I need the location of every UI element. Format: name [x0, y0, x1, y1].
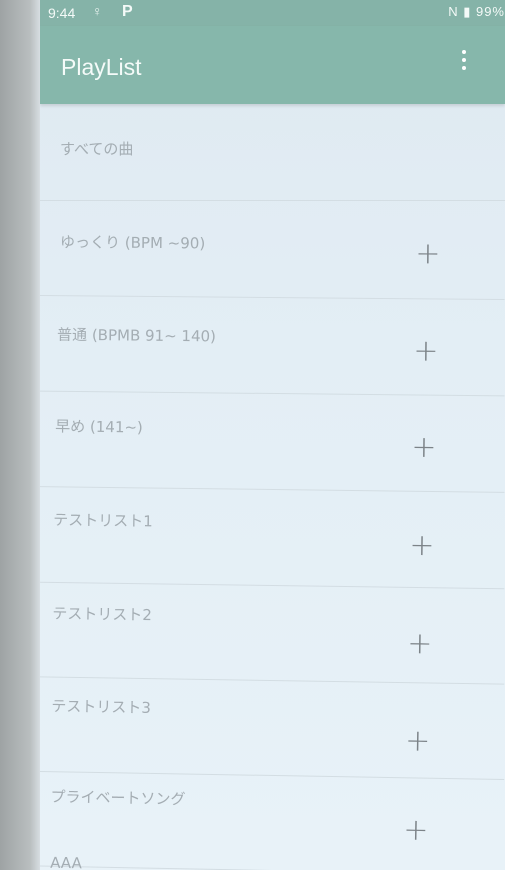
add-icon[interactable]: +: [410, 430, 438, 465]
playlist-label: テストリスト2: [52, 604, 152, 625]
playlist-list: すべての曲 ゆっくり (BPM ~90) + 普通 (BPMB 91~ 140)…: [40, 104, 505, 870]
add-icon[interactable]: +: [402, 813, 431, 848]
playlist-item-fast[interactable]: 早め (141~) +: [40, 391, 505, 493]
page-title: PlayList: [61, 54, 142, 80]
playlist-item-slow[interactable]: ゆっくり (BPM ~90) +: [40, 198, 505, 301]
add-icon[interactable]: +: [412, 333, 440, 368]
app-toolbar: PlayList: [40, 26, 505, 104]
lightbulb-icon: ♀: [92, 3, 103, 19]
playlist-item-test3[interactable]: テストリスト3 +: [40, 676, 505, 781]
playlist-item-normal[interactable]: 普通 (BPMB 91~ 140) +: [40, 295, 505, 397]
playlist-label: AAA: [50, 853, 83, 870]
playlist-label: プライベートソング: [50, 787, 186, 809]
phone-frame: 9:44 ♀ P N ▮ 99% PlayList すべての曲 ゆっくり (BP…: [0, 0, 505, 870]
playlist-item-test2[interactable]: テストリスト2 +: [40, 582, 505, 685]
playlist-item-test1[interactable]: テストリスト1 +: [40, 486, 505, 590]
status-indicators: N ▮ 99%: [448, 4, 505, 19]
playlist-item-all-songs[interactable]: すべての曲: [40, 104, 505, 201]
playlist-label: テストリスト3: [51, 697, 152, 717]
playlist-label: すべての曲: [60, 140, 134, 158]
playlist-label: 普通 (BPMB 91~ 140): [57, 325, 217, 346]
playlist-label: テストリスト1: [53, 510, 153, 531]
add-icon[interactable]: +: [406, 626, 434, 661]
parking-icon: P: [122, 3, 133, 20]
add-icon[interactable]: +: [408, 528, 436, 563]
playlist-label: ゆっくり (BPM ~90): [59, 233, 206, 253]
playlist-label: 早め (141~): [55, 417, 143, 437]
add-icon[interactable]: +: [414, 236, 442, 271]
overflow-menu-icon[interactable]: [456, 50, 472, 78]
status-time: 9:44: [48, 5, 76, 21]
app-screen: 9:44 ♀ P N ▮ 99% PlayList すべての曲 ゆっくり (BP…: [40, 0, 505, 870]
add-icon[interactable]: +: [404, 723, 432, 758]
status-bar: 9:44 ♀ P N ▮ 99%: [40, 0, 505, 26]
